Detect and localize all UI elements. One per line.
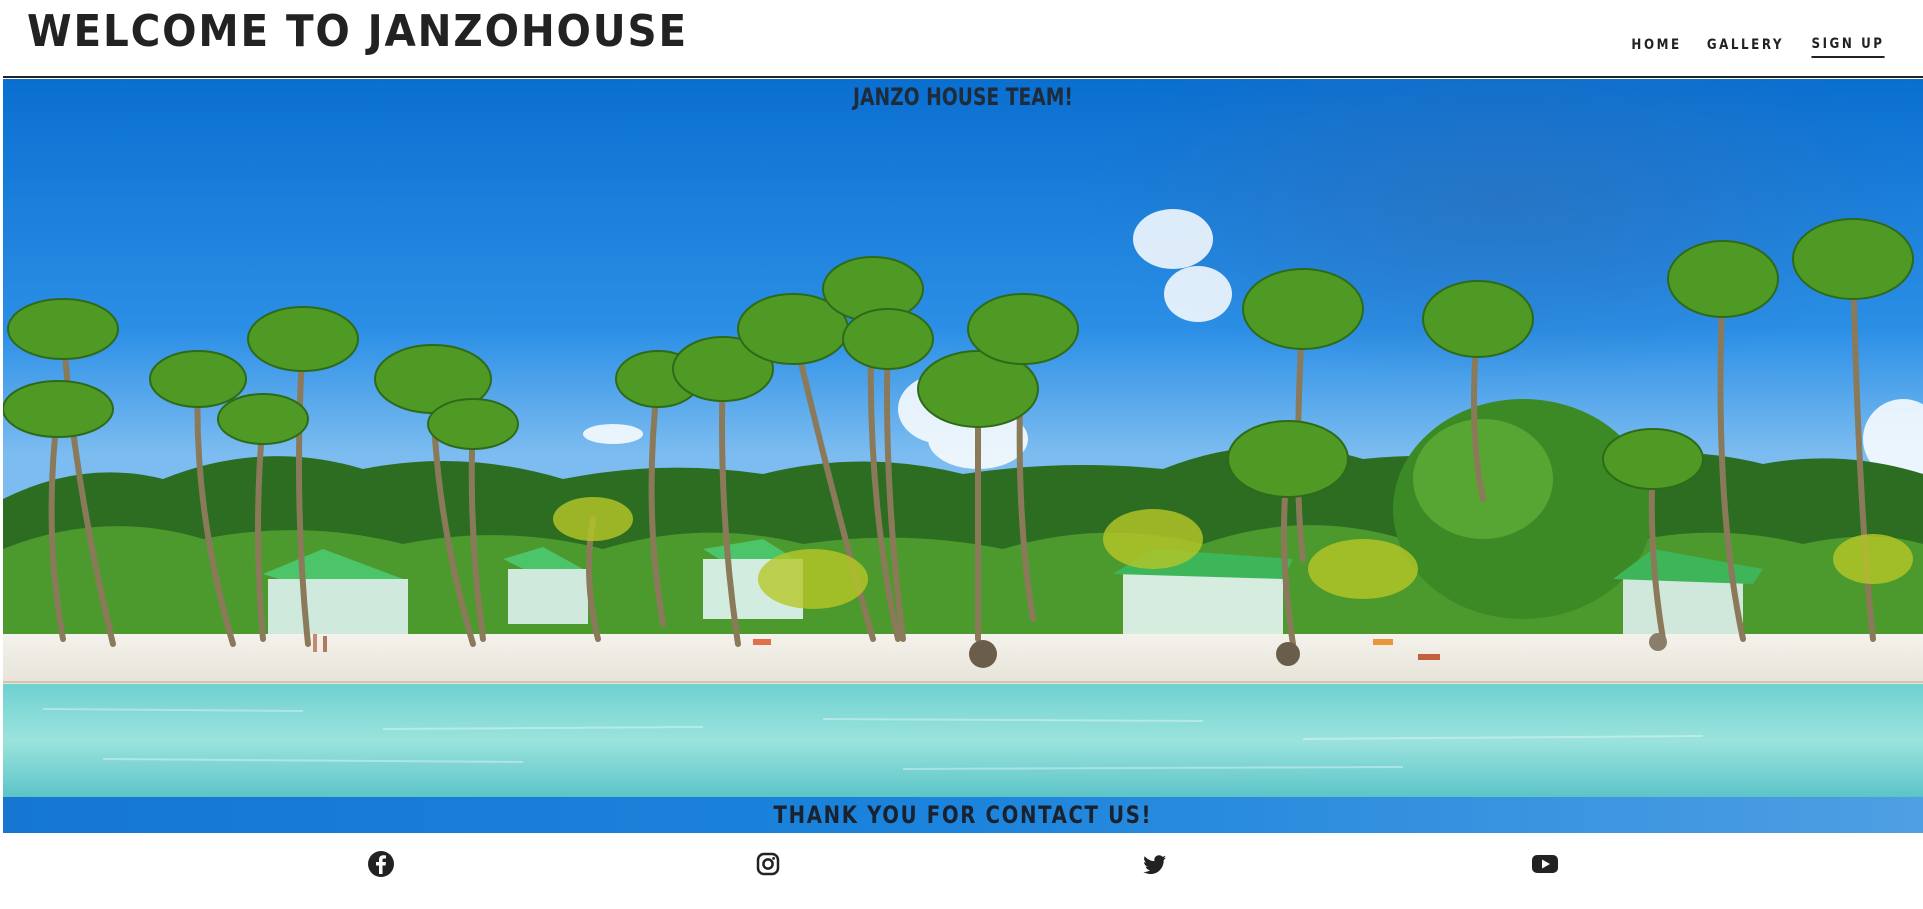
hero-caption: JANZO HOUSE TEAM! bbox=[853, 83, 1073, 111]
instagram-icon[interactable] bbox=[753, 849, 783, 879]
nav-signup-link[interactable]: SIGN UP bbox=[1811, 36, 1885, 58]
nav-gallery-link[interactable]: GALLERY bbox=[1707, 37, 1784, 57]
main-nav: HOME GALLERY SIGN UP bbox=[1627, 36, 1891, 58]
youtube-icon[interactable] bbox=[1530, 849, 1560, 879]
site-header: WELCOME TO JANZOHOUSE HOME GALLERY SIGN … bbox=[0, 0, 1923, 78]
page: WELCOME TO JANZOHOUSE HOME GALLERY SIGN … bbox=[0, 0, 1923, 909]
facebook-icon[interactable] bbox=[366, 849, 396, 879]
left-edge bbox=[0, 28, 3, 909]
nav-home-link[interactable]: HOME bbox=[1631, 37, 1681, 57]
banner-text: THANK YOU FOR CONTACT US! bbox=[773, 801, 1153, 829]
social-footer bbox=[0, 833, 1923, 909]
beach-hero-image bbox=[3, 79, 1923, 797]
hero-section: JANZO HOUSE TEAM! bbox=[3, 79, 1923, 797]
site-title: WELCOME TO JANZOHOUSE bbox=[27, 6, 689, 57]
thank-you-banner: THANK YOU FOR CONTACT US! bbox=[3, 797, 1923, 833]
twitter-icon[interactable] bbox=[1140, 849, 1170, 879]
